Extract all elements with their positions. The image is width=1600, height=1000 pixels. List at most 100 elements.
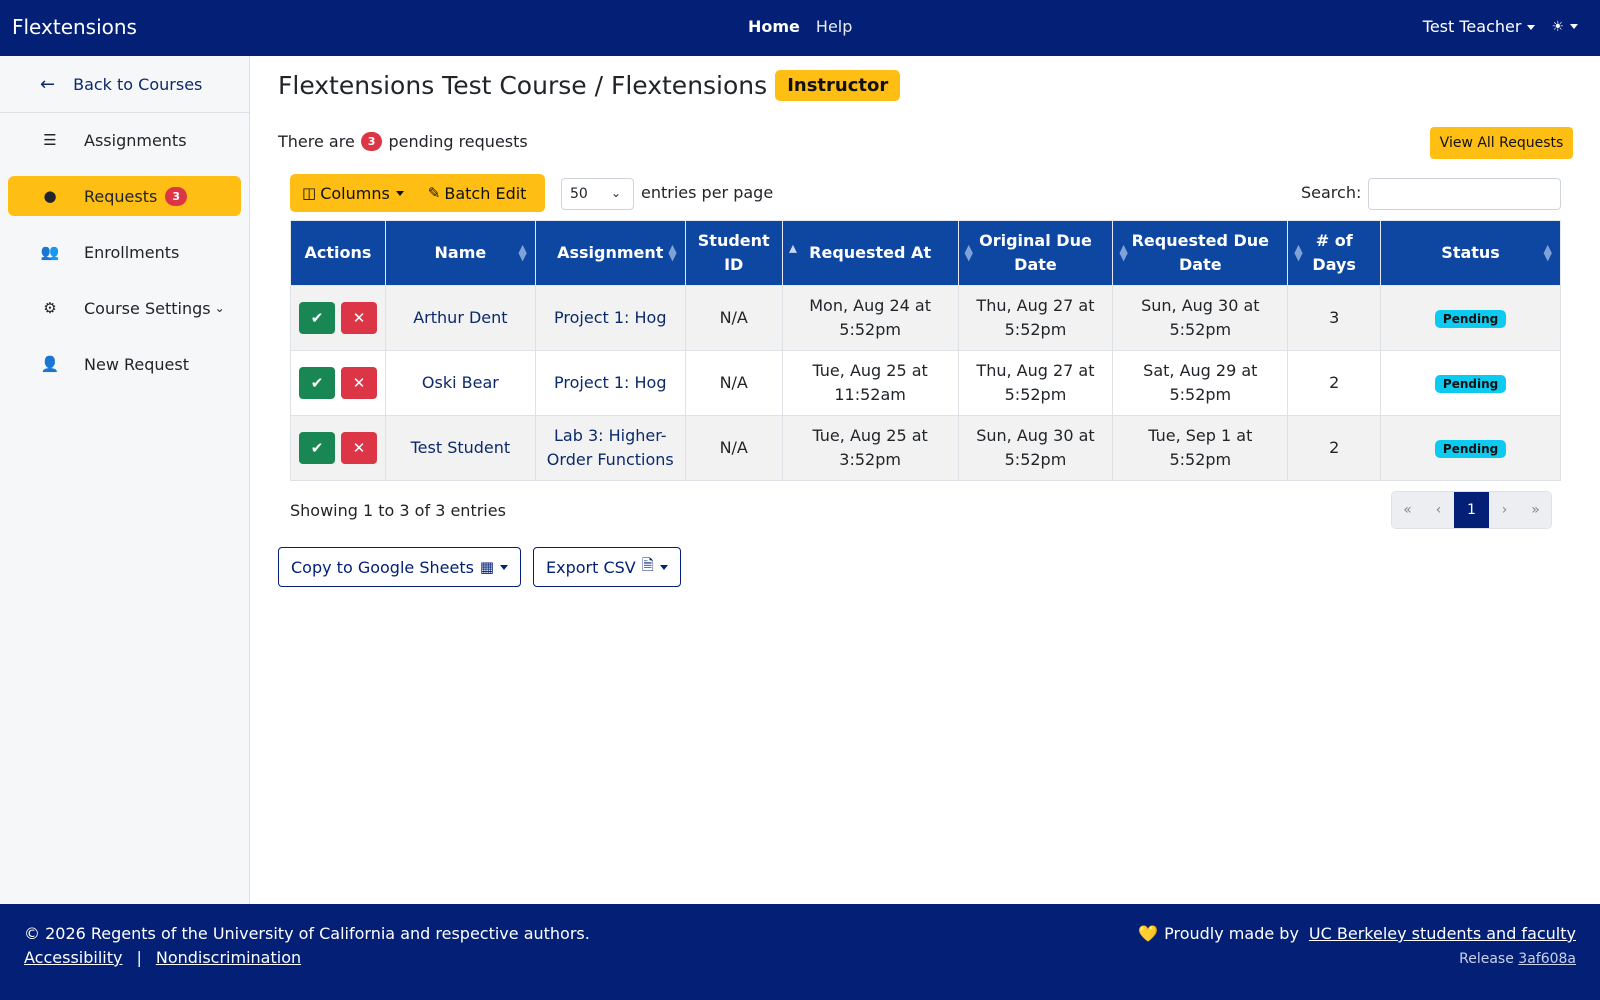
- next-page-button[interactable]: ›: [1489, 492, 1520, 528]
- requests-count-badge: 3: [165, 186, 187, 206]
- header-name[interactable]: Name ▲ ▼: [384, 220, 536, 286]
- batch-edit-button[interactable]: ✎ Batch Edit: [416, 174, 539, 212]
- pending-count-badge: 3: [360, 132, 383, 151]
- user-menu[interactable]: Test Teacher: [1423, 17, 1536, 36]
- actions-cell: ✔ ✕: [290, 415, 386, 481]
- header-label: Assignment: [557, 243, 664, 262]
- prev-page-button[interactable]: ‹: [1423, 492, 1454, 528]
- course-title: Flextensions Test Course / Flextensions: [278, 71, 768, 100]
- header-label: Requested At: [809, 243, 932, 262]
- nav-links: Home Help: [748, 17, 852, 36]
- entries-value: 50: [570, 186, 588, 202]
- footer-made-by: 💛 Proudly made by UC Berkeley students a…: [1138, 924, 1576, 943]
- made-by-prefix: Proudly made by: [1164, 924, 1299, 943]
- assignment-link[interactable]: Project 1: Hog: [554, 373, 666, 392]
- requested-due-cell: Sat, Aug 29 at 5:52pm: [1112, 350, 1289, 416]
- showing-entries-info: Showing 1 to 3 of 3 entries: [290, 501, 506, 520]
- header-student-id: Student ID: [684, 220, 783, 286]
- close-icon: ✕: [352, 309, 366, 327]
- header-requested-at[interactable]: ▲ ▼ Requested At: [781, 220, 959, 286]
- columns-button[interactable]: ◫ Columns: [290, 174, 416, 212]
- made-by-link[interactable]: UC Berkeley students and faculty: [1309, 924, 1576, 943]
- actions-cell: ✔ ✕: [290, 350, 386, 416]
- sort-icon: ▲ ▼: [1119, 242, 1128, 263]
- sidebar-item-label: Requests: [84, 186, 158, 206]
- sort-icon: ▲ ▼: [1294, 242, 1303, 263]
- footer-release: Release 3af608a: [1459, 951, 1576, 967]
- last-page-button[interactable]: »: [1520, 492, 1551, 528]
- caret-down-icon: [1527, 25, 1536, 30]
- header-requested-due[interactable]: ▲ ▼ Requested Due Date: [1112, 220, 1289, 286]
- pending-prefix: There are: [278, 132, 355, 151]
- sort-icon: ▲ ▼: [1543, 242, 1552, 263]
- requests-table: Actions Name ▲ ▼ Assignment ▲ ▼ Student ID ▲…: [290, 220, 1561, 481]
- actions-cell: ✔ ✕: [290, 285, 386, 351]
- assignment-link[interactable]: Lab 3: Higher-Order Functions: [547, 426, 674, 469]
- pagination: « ‹ 1 › »: [1391, 491, 1552, 529]
- arrow-left-icon: ←: [40, 73, 56, 95]
- first-page-button[interactable]: «: [1392, 492, 1423, 528]
- sidebar-item-new-request[interactable]: 👤 New Request: [8, 344, 241, 384]
- sidebar-item-course-settings[interactable]: ⚙ Course Settings ⌄: [8, 288, 241, 328]
- header-status[interactable]: Status ▲ ▼: [1380, 220, 1561, 286]
- search-input[interactable]: [1368, 178, 1561, 210]
- pending-suffix: pending requests: [388, 132, 528, 151]
- copy-to-google-sheets-button[interactable]: Copy to Google Sheets ▦: [278, 547, 522, 587]
- footer: © 2026 Regents of the University of Cali…: [0, 904, 1600, 1000]
- student-name-link[interactable]: Arthur Dent: [413, 308, 507, 327]
- table-row: ✔ ✕ Oski Bear Project 1: Hog N/A Tue, Aug…: [290, 350, 1561, 416]
- close-icon: ✕: [352, 439, 366, 457]
- approve-button[interactable]: ✔: [298, 367, 335, 399]
- sidebar-item-enrollments[interactable]: 👥 Enrollments: [8, 232, 241, 272]
- header-days[interactable]: ▲ ▼ # of Days: [1287, 220, 1382, 286]
- deny-button[interactable]: ✕: [340, 432, 377, 464]
- close-icon: ✕: [352, 374, 366, 392]
- table-row: ✔ ✕ Test Student Lab 3: Higher-Order Func…: [290, 415, 1561, 481]
- student-name-link[interactable]: Oski Bear: [422, 373, 499, 392]
- table-header-row: Actions Name ▲ ▼ Assignment ▲ ▼ Student ID ▲…: [290, 220, 1561, 286]
- nondiscrimination-link[interactable]: Nondiscrimination: [156, 948, 301, 967]
- header-actions: Actions: [290, 220, 386, 286]
- header-label: Original Due Date: [979, 231, 1092, 274]
- original-due-cell: Thu, Aug 27 at 5:52pm: [957, 350, 1114, 416]
- columns-icon: ◫: [302, 184, 317, 202]
- student-id-cell: N/A: [684, 350, 783, 416]
- days-cell: 2: [1287, 415, 1382, 481]
- assignment-link[interactable]: Project 1: Hog: [554, 308, 666, 327]
- export-csv-button[interactable]: Export CSV 🗎: [533, 547, 681, 587]
- footer-links: Accessibility | Nondiscrimination: [24, 948, 301, 967]
- sidebar-item-label: New Request: [84, 354, 189, 374]
- pending-summary: There are 3 pending requests: [278, 132, 528, 151]
- deny-button[interactable]: ✕: [340, 302, 377, 334]
- theme-toggle[interactable]: ☀: [1551, 19, 1578, 35]
- sidebar-item-requests[interactable]: ● Requests 3: [8, 176, 241, 216]
- requested-at-cell: Tue, Aug 25 at 3:52pm: [781, 415, 959, 481]
- entries-per-page-select[interactable]: 50 ⌄: [561, 178, 634, 210]
- nav-help-link[interactable]: Help: [816, 17, 852, 36]
- approve-button[interactable]: ✔: [298, 432, 335, 464]
- entries-per-page-label: entries per page: [641, 183, 774, 202]
- student-name-link[interactable]: Test Student: [411, 438, 511, 457]
- header-assignment[interactable]: Assignment ▲ ▼: [534, 220, 686, 286]
- page-1-button[interactable]: 1: [1454, 492, 1489, 528]
- nav-home-link[interactable]: Home: [748, 17, 800, 36]
- caret-down-icon: [395, 190, 404, 196]
- accessibility-link[interactable]: Accessibility: [24, 948, 122, 967]
- user-name: Test Teacher: [1422, 17, 1522, 36]
- heart-icon: 💛: [1138, 924, 1159, 943]
- requested-due-cell: Tue, Sep 1 at 5:52pm: [1112, 415, 1289, 481]
- edit-icon: ✎: [427, 184, 441, 202]
- role-badge: Instructor: [775, 70, 901, 101]
- header-label: Student ID: [697, 231, 770, 274]
- sidebar-item-assignments[interactable]: ☰ Assignments: [8, 120, 241, 160]
- release-hash-link[interactable]: 3af608a: [1518, 951, 1576, 967]
- list-check-icon: ☰: [43, 131, 57, 149]
- deny-button[interactable]: ✕: [340, 367, 377, 399]
- brand-link[interactable]: Flextensions: [12, 15, 137, 39]
- approve-button[interactable]: ✔: [298, 302, 335, 334]
- view-all-requests-button[interactable]: View All Requests: [1430, 127, 1573, 159]
- sun-icon: ☀: [1551, 18, 1564, 35]
- back-to-courses-link[interactable]: ← Back to Courses: [0, 56, 249, 113]
- header-original-due[interactable]: ▲ ▼ Original Due Date: [957, 220, 1114, 286]
- student-id-cell: N/A: [684, 285, 783, 351]
